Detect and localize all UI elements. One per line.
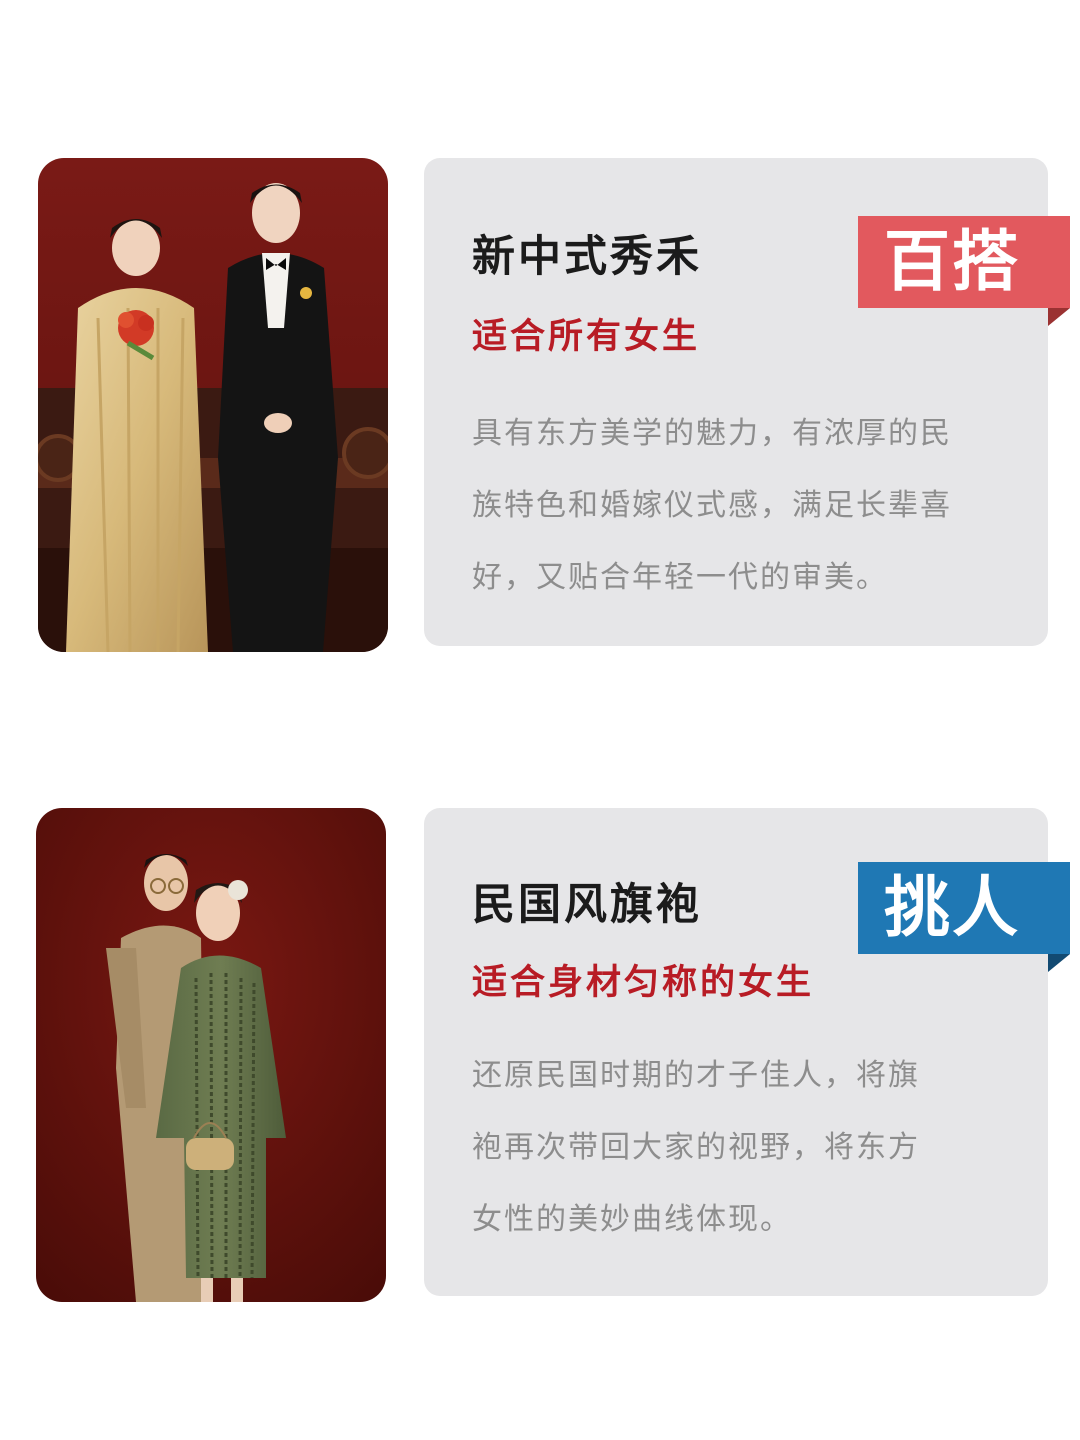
- description-line: 袍再次带回大家的视野，将东方: [472, 1130, 920, 1165]
- card-title: 新中式秀禾: [472, 232, 702, 282]
- tag-fold: [1048, 954, 1070, 972]
- description-line: 女性的美妙曲线体现。: [472, 1202, 792, 1237]
- description-line: 好，又贴合年轻一代的审美。: [472, 560, 888, 595]
- tag-badge: 挑人: [858, 862, 1070, 972]
- description-line: 族特色和婚嫁仪式感，满足长辈喜: [472, 488, 952, 523]
- style-card-xiuhe: 新中式秀禾 适合所有女生 具有东方美学的魅力，有浓厚的民 族特色和婚嫁仪式感，满…: [424, 158, 1070, 646]
- couple-photo-xiuhe: [38, 158, 388, 652]
- tag-fold: [1048, 308, 1070, 326]
- tag-label: 百搭: [884, 223, 1020, 300]
- card-description: 还原民国时期的才子佳人，将旗 袍再次带回大家的视野，将东方 女性的美妙曲线体现。: [472, 1040, 982, 1256]
- couple-photo-qipao: [36, 808, 386, 1302]
- card-title: 民国风旗袍: [472, 880, 702, 930]
- couple-photo-qipao-image: [36, 808, 386, 1302]
- description-line: 具有东方美学的魅力，有浓厚的民: [472, 416, 952, 451]
- card-subtitle: 适合所有女生: [472, 317, 701, 357]
- style-card-qipao: 民国风旗袍 适合身材匀称的女生 还原民国时期的才子佳人，将旗 袍再次带回大家的视…: [424, 808, 1070, 1296]
- tag-label: 挑人: [884, 869, 1020, 946]
- couple-photo-xiuhe-image: [38, 158, 388, 652]
- style-section-qipao: 民国风旗袍 适合身材匀称的女生 还原民国时期的才子佳人，将旗 袍再次带回大家的视…: [0, 808, 1080, 1308]
- tag-badge: 百搭: [858, 216, 1070, 326]
- description-line: 还原民国时期的才子佳人，将旗: [472, 1058, 920, 1093]
- style-section-xiuhe: 新中式秀禾 适合所有女生 具有东方美学的魅力，有浓厚的民 族特色和婚嫁仪式感，满…: [0, 158, 1080, 658]
- card-subtitle: 适合身材匀称的女生: [472, 963, 815, 1003]
- card-description: 具有东方美学的魅力，有浓厚的民 族特色和婚嫁仪式感，满足长辈喜 好，又贴合年轻一…: [472, 398, 1012, 614]
